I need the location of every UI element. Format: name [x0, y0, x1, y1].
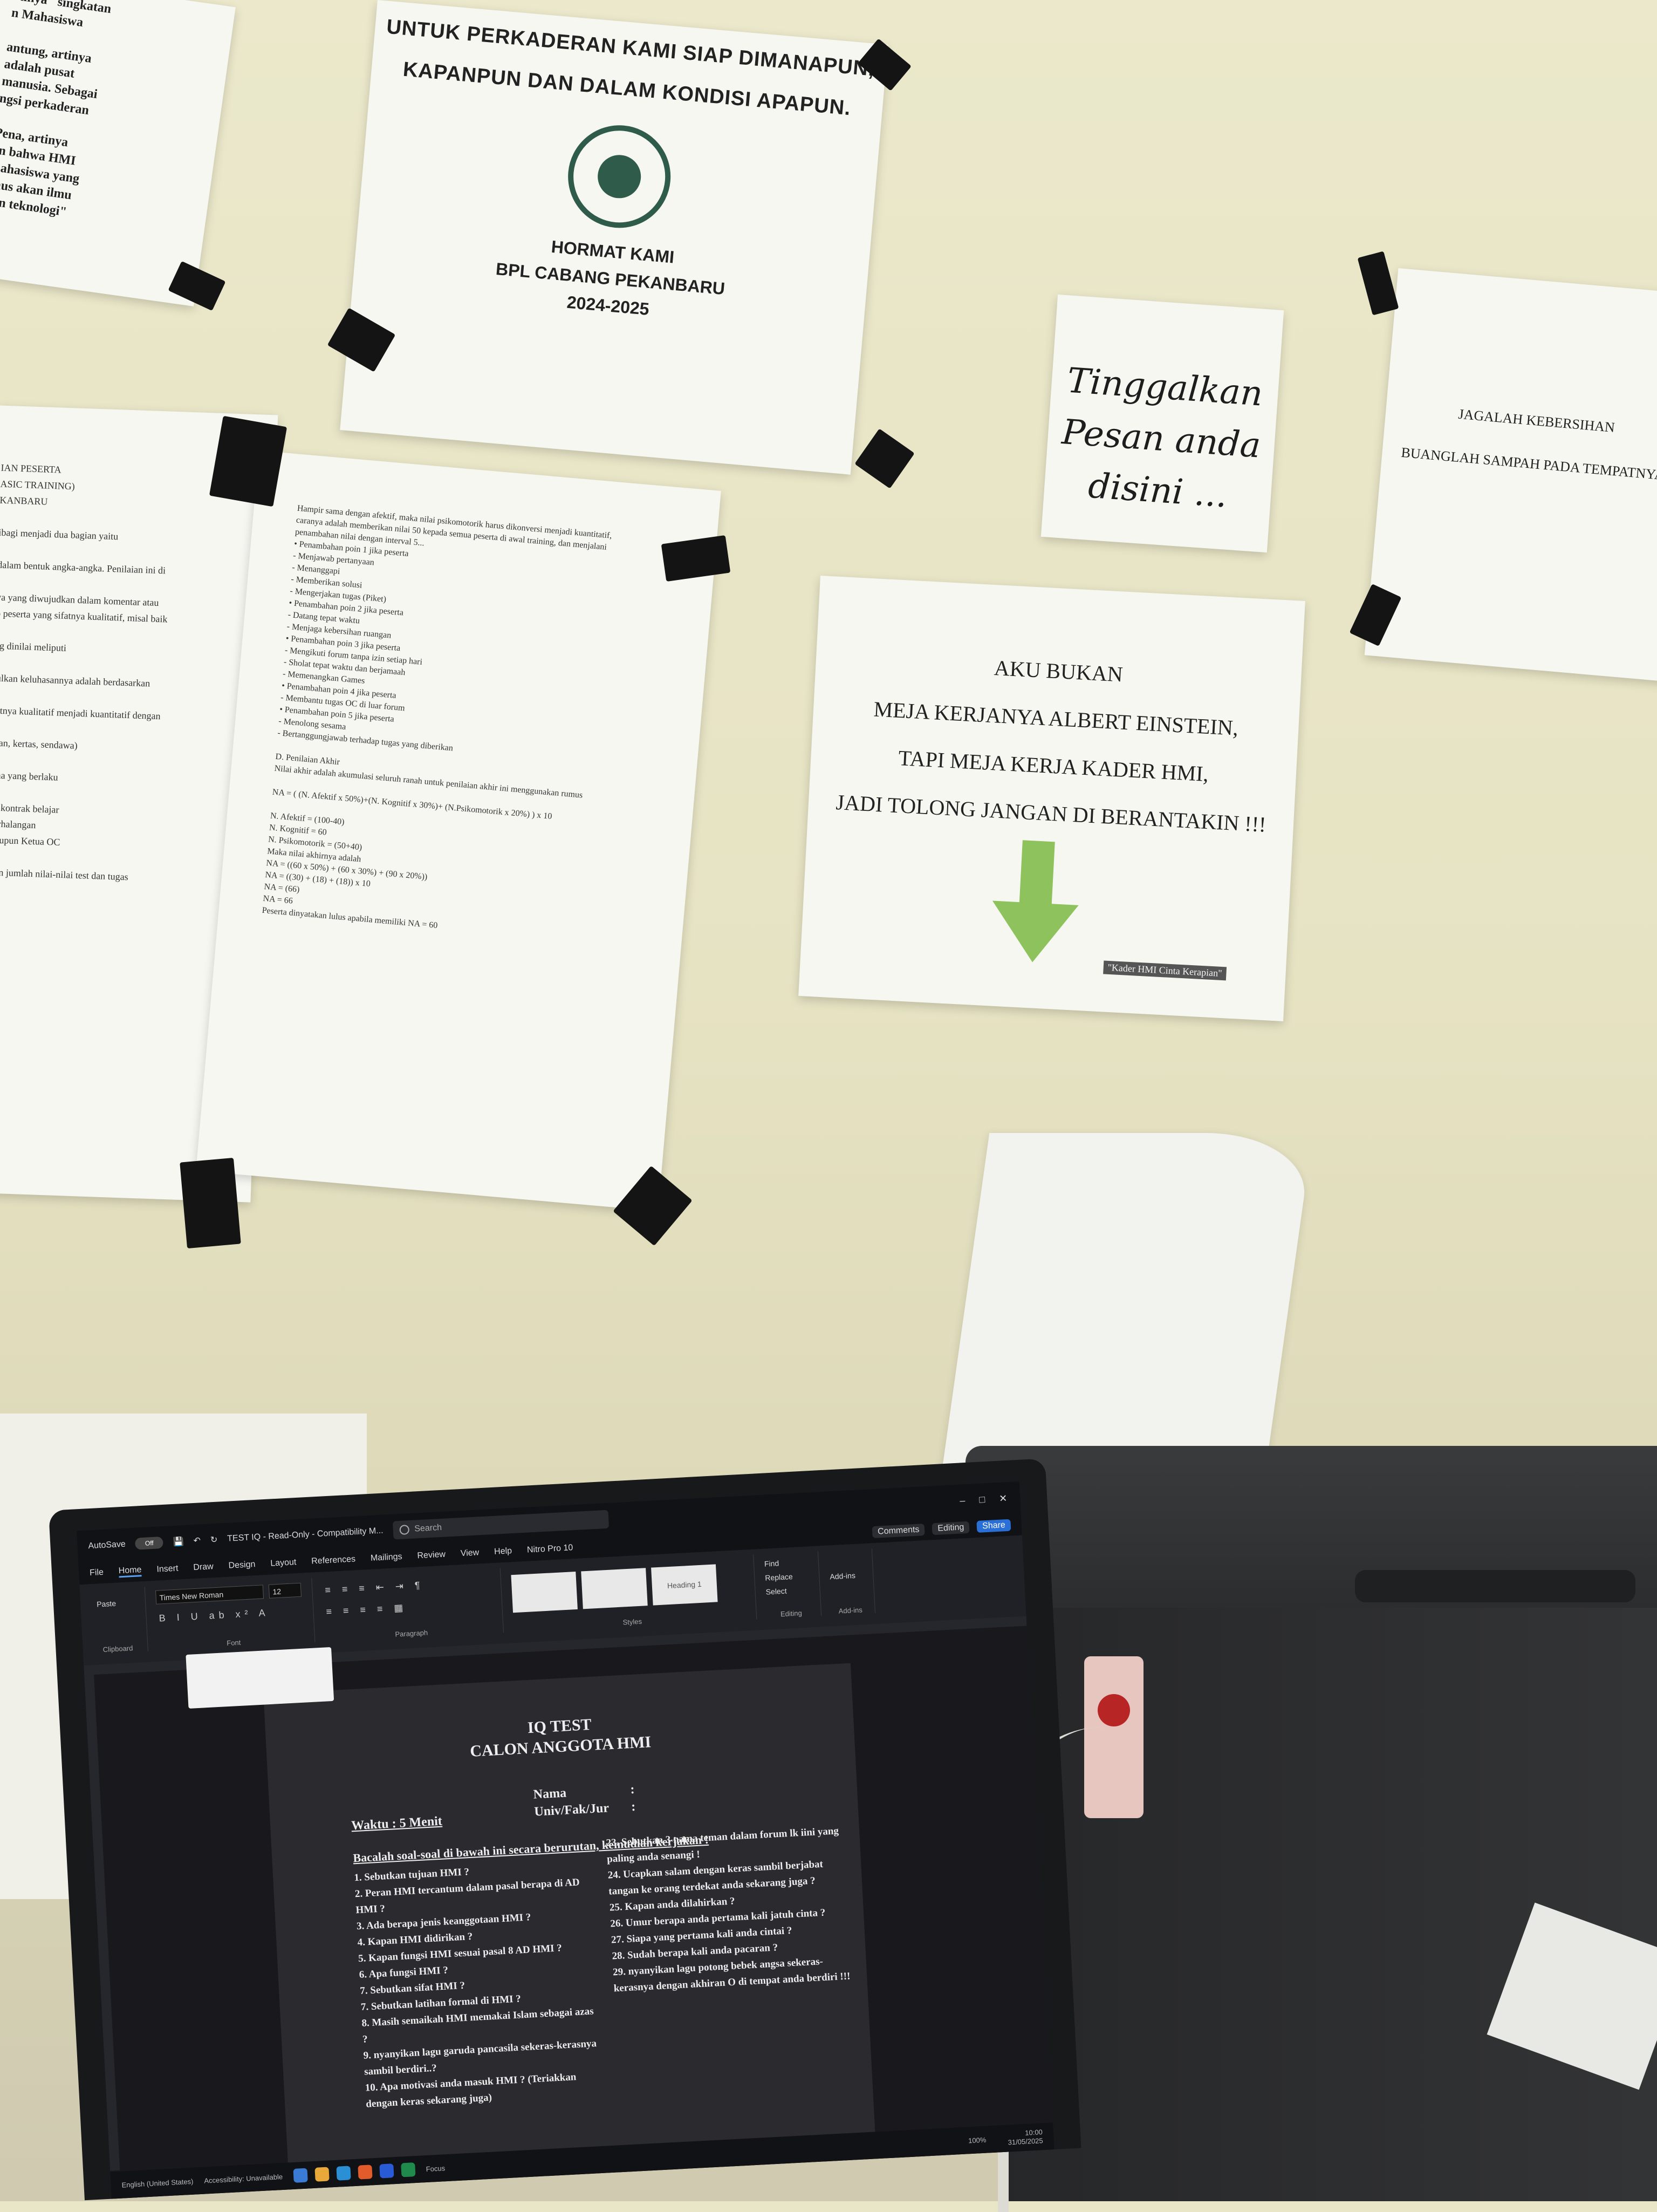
style-no-spacing[interactable]: [581, 1568, 648, 1609]
tape-strip: [209, 415, 287, 507]
excel-app-icon[interactable]: [401, 2162, 416, 2177]
status-accessibility[interactable]: Accessibility: Unavailable: [204, 2172, 283, 2184]
font-format-icons[interactable]: B I U ab x² A: [159, 1607, 270, 1624]
file-explorer-icon[interactable]: [314, 2167, 330, 2182]
save-icon[interactable]: 💾: [173, 1536, 184, 1547]
tab-insert[interactable]: Insert: [156, 1564, 179, 1575]
cleanliness-line2: BUANGLAH SAMPAH PADA TEMPATNYA: [1400, 444, 1657, 483]
scoring-document-text: Hampir sama dengan afektif, maka nilai p…: [262, 503, 613, 931]
document-title: TEST IQ - Read-Only - Compatibility M...: [227, 1526, 384, 1544]
system-clock[interactable]: 10:00 31/05/2025: [1007, 2127, 1054, 2147]
comments-button[interactable]: Comments: [872, 1524, 926, 1539]
laptop-screen: AutoSave Off 💾 ↶ ↻ TEST IQ - Read-Only -…: [77, 1481, 1055, 2199]
zoom-level[interactable]: 100%: [968, 2135, 997, 2145]
tooltip-popup: [186, 1647, 334, 1709]
cleanliness-notice: JAGALAH KEBERSIHAN BUANGLAH SAMPAH PADA …: [1364, 268, 1657, 682]
windows-start-icon[interactable]: [293, 2168, 308, 2183]
autosave-label: AutoSave: [88, 1539, 126, 1551]
search-placeholder: Search: [414, 1523, 442, 1534]
hmi-emblem-icon: [564, 121, 675, 233]
replace-button[interactable]: Replace: [765, 1572, 793, 1582]
taskbar-app-icons: [293, 2162, 416, 2183]
editing-label: Editing: [780, 1609, 803, 1619]
editing-group: Find Replace Select Editing: [758, 1551, 822, 1620]
tab-layout[interactable]: Layout: [270, 1558, 297, 1568]
clipboard-label: Clipboard: [102, 1644, 133, 1654]
waktu-label: Waktu : 5 Menit: [351, 1814, 443, 1833]
style-normal[interactable]: [511, 1572, 578, 1613]
univ-label: Univ/Fak/Jur: [533, 1801, 610, 1819]
align-icons[interactable]: ≡ ≡ ≡ ≡ ▦: [326, 1602, 408, 1617]
down-arrow-head-icon: [989, 900, 1079, 965]
document-page[interactable]: IQ TEST CALON ANGGOTA HMI Nama : Univ/Fa…: [263, 1663, 876, 2179]
addins-label: Add-ins: [838, 1606, 863, 1615]
addins-button[interactable]: Add-ins: [830, 1571, 855, 1581]
maximize-icon[interactable]: □: [979, 1494, 985, 1506]
clock-date: 31/05/2025: [1008, 2136, 1044, 2147]
tab-home[interactable]: Home: [118, 1565, 142, 1578]
addins-group: Add-ins Add-ins: [823, 1548, 876, 1616]
font-group: Times New Roman 12 B I U ab x² A Font: [149, 1578, 316, 1651]
word-app-icon[interactable]: [379, 2163, 394, 2179]
share-button[interactable]: Share: [976, 1519, 1011, 1533]
motto-poster: UNTUK PERKADERAN KAMI SIAP DIMANAPUN, KA…: [340, 0, 888, 475]
cleanliness-line1: JAGALAH KEBERSIHAN: [1457, 406, 1616, 436]
paragraph-label: Paragraph: [395, 1628, 428, 1638]
tab-file[interactable]: File: [90, 1568, 104, 1578]
message-envelope: Tinggalkan Pesan anda disini ...: [1040, 294, 1284, 553]
close-icon[interactable]: ✕: [999, 1492, 1008, 1504]
firefox-icon[interactable]: [358, 2165, 373, 2180]
styles-group: Heading 1 Styles: [505, 1554, 757, 1633]
tab-mailings[interactable]: Mailings: [371, 1552, 403, 1564]
clipboard-group: Paste Clipboard: [85, 1586, 148, 1655]
doc-meta: Nama : Univ/Fak/Jur : Waktu : 5 Menit: [350, 1778, 727, 1833]
style-heading-1[interactable]: Heading 1: [651, 1564, 718, 1606]
laptop: AutoSave Off 💾 ↶ ↻ TEST IQ - Read-Only -…: [49, 1457, 1119, 2201]
select-button[interactable]: Select: [765, 1587, 787, 1596]
minimize-icon[interactable]: –: [960, 1495, 966, 1506]
univ-colon: :: [631, 1799, 636, 1814]
tab-view[interactable]: View: [460, 1548, 479, 1559]
search-icon: [399, 1525, 409, 1535]
find-button[interactable]: Find: [764, 1559, 779, 1568]
tab-review[interactable]: Review: [417, 1550, 446, 1561]
curled-paper-sheet: [941, 1133, 1313, 1473]
font-size-select[interactable]: 12: [268, 1582, 302, 1599]
status-language[interactable]: English (United States): [121, 2177, 194, 2189]
nama-colon: :: [629, 1782, 635, 1797]
desk-sign: AKU BUKAN MEJA KERJANYA ALBERT EINSTEIN,…: [798, 575, 1305, 1022]
search-input[interactable]: Search: [392, 1510, 609, 1540]
questions-left: 1. Sebutkan tujuan HMI ? 2. Peran HMI te…: [354, 1858, 604, 2112]
down-arrow-icon: [1019, 840, 1055, 907]
left-top-document-text: rtinya "singkatan n Mahasiswa antung, ar…: [0, 0, 112, 220]
tab-draw[interactable]: Draw: [193, 1562, 214, 1573]
redo-icon[interactable]: ↻: [210, 1534, 218, 1546]
styles-label: Styles: [622, 1617, 642, 1627]
font-name-select[interactable]: Times New Roman: [155, 1585, 264, 1605]
printer-control-panel[interactable]: [1355, 1570, 1635, 1602]
font-label: Font: [226, 1638, 241, 1648]
scoring-document: Hampir sama dengan afektif, maka nilai p…: [196, 450, 721, 1211]
edge-icon[interactable]: [336, 2166, 351, 2181]
tab-help[interactable]: Help: [494, 1546, 512, 1557]
tab-references[interactable]: References: [311, 1554, 356, 1566]
questions-right: 23. Sebutkan 3 nama teman dalam forum lk…: [606, 1823, 851, 1997]
tape-strip: [180, 1157, 241, 1249]
autosave-toggle[interactable]: Off: [135, 1536, 164, 1550]
tab-design[interactable]: Design: [228, 1560, 256, 1571]
paste-button[interactable]: Paste: [97, 1599, 117, 1609]
editing-button[interactable]: Editing: [932, 1521, 970, 1535]
nama-label: Nama: [533, 1786, 567, 1802]
list-icons[interactable]: ≡ ≡ ≡ ⇤ ⇥ ¶: [325, 1580, 424, 1596]
paragraph-group: ≡ ≡ ≡ ⇤ ⇥ ¶ ≡ ≡ ≡ ≡ ▦ Paragraph: [317, 1568, 504, 1642]
tab-nitro[interactable]: Nitro Pro 10: [527, 1543, 573, 1555]
sign-credit: "Kader HMI Cinta Kerapian": [1103, 960, 1227, 981]
focus-button[interactable]: Focus: [426, 2164, 445, 2173]
undo-icon[interactable]: ↶: [193, 1535, 201, 1546]
